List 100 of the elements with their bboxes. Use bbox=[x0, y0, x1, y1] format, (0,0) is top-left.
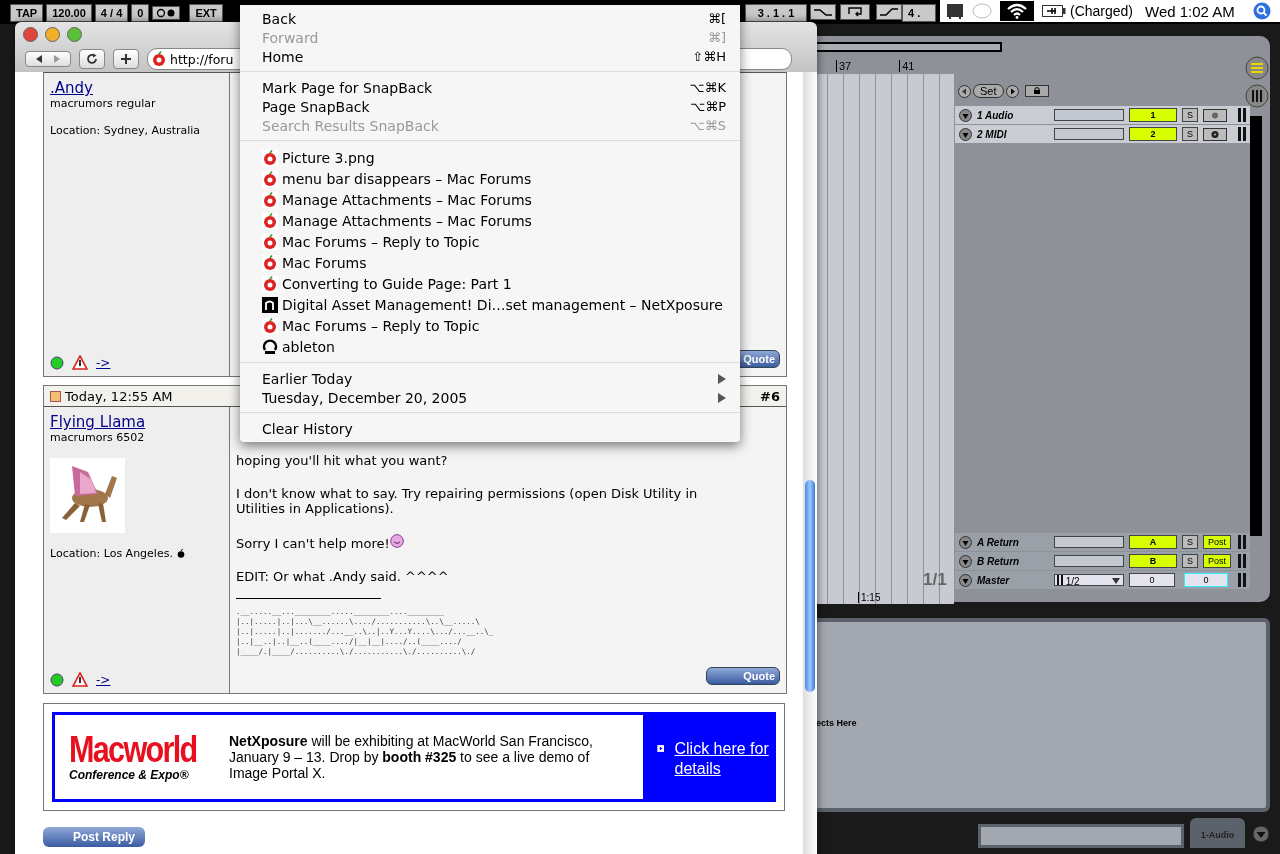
track-header[interactable]: 2 MIDI 2 S bbox=[955, 125, 1250, 143]
menu-item[interactable]: Manage Attachments – Mac Forums bbox=[240, 189, 740, 210]
menu-item[interactable]: Manage Attachments – Mac Forums bbox=[240, 210, 740, 231]
user-location: Location: Los Angeles. bbox=[50, 547, 223, 560]
ext-button[interactable]: EXT bbox=[189, 4, 223, 22]
ruler-number: 41 bbox=[899, 60, 915, 72]
list-icon[interactable] bbox=[1245, 56, 1269, 80]
warning-icon[interactable] bbox=[72, 672, 88, 687]
drop-hint: ects Here bbox=[816, 718, 857, 728]
user-location: Location: Sydney, Australia bbox=[50, 124, 202, 137]
scrollbar[interactable] bbox=[1250, 116, 1262, 536]
menu-item[interactable]: Back ⌘[ bbox=[240, 9, 740, 28]
solo-button[interactable]: S bbox=[1182, 108, 1198, 122]
track-header[interactable]: A Return A S Post bbox=[955, 533, 1250, 551]
menu-item[interactable]: Home ⇧⌘H bbox=[240, 47, 740, 66]
solo-button[interactable]: S bbox=[1182, 554, 1198, 568]
solo-button[interactable]: S bbox=[1182, 127, 1198, 141]
post-reply-button[interactable]: Post Reply bbox=[43, 827, 145, 847]
menu-item[interactable]: Digital Asset Management! Di…set management – NetXposure bbox=[240, 294, 740, 315]
activator-button[interactable]: 1 bbox=[1129, 108, 1177, 122]
metronome-icon[interactable] bbox=[152, 6, 181, 20]
reload-button[interactable] bbox=[79, 49, 105, 69]
fade-icon[interactable] bbox=[876, 4, 902, 20]
collapse-icon[interactable] bbox=[959, 554, 972, 568]
menu-item[interactable]: Clear History bbox=[240, 419, 740, 438]
scrollbar[interactable] bbox=[803, 72, 817, 854]
loop-icon[interactable] bbox=[840, 4, 870, 20]
close-button[interactable] bbox=[23, 26, 38, 42]
collapse-icon[interactable] bbox=[959, 573, 972, 587]
menu-item[interactable]: Picture 3.png bbox=[240, 147, 740, 168]
ad-banner[interactable]: Macworld Conference & Expo® NetXposure will be exhibiting at MacWorld San Francisco, January 9 – 13. Drop by booth #325 to see a live demo of Image Portal X. Click here for details bbox=[43, 703, 785, 811]
menu-item[interactable]: Mac Forums – Reply to Topic bbox=[240, 231, 740, 252]
add-bookmark-button[interactable] bbox=[113, 49, 139, 69]
apple-icon bbox=[262, 170, 278, 187]
warning-icon[interactable] bbox=[72, 355, 88, 370]
collapse-icon[interactable] bbox=[959, 535, 972, 549]
transport-button[interactable]: 4 / 4 bbox=[94, 4, 129, 22]
activator-button[interactable]: 2 bbox=[1129, 127, 1177, 141]
record-arm-icon[interactable] bbox=[1203, 108, 1227, 122]
forward-icon[interactable] bbox=[52, 54, 62, 64]
display-icon[interactable] bbox=[946, 2, 964, 20]
mixer-icon[interactable] bbox=[1245, 84, 1269, 108]
reload-icon bbox=[86, 53, 98, 65]
back-forward-button[interactable] bbox=[25, 51, 71, 67]
value-field[interactable]: 0 bbox=[1184, 573, 1228, 587]
track-header[interactable]: Master 1/2 0 0 bbox=[955, 571, 1250, 589]
submenu-item[interactable]: Tuesday, December 20, 2005 bbox=[240, 388, 740, 407]
zoom-button[interactable] bbox=[67, 26, 82, 42]
scroll-thumb[interactable] bbox=[805, 480, 815, 692]
menu-item[interactable]: menu bar disappears – Mac Forums bbox=[240, 168, 740, 189]
battery-icon[interactable] bbox=[1042, 5, 1066, 17]
post-button[interactable]: Post bbox=[1203, 535, 1231, 549]
activator-button[interactable]: B bbox=[1129, 554, 1177, 568]
apple-icon bbox=[262, 212, 278, 229]
menu-bar-clock[interactable]: Wed 1:02 AM bbox=[1145, 2, 1235, 20]
post-icon bbox=[50, 390, 61, 402]
menu-item[interactable]: Page SnapBack ⌥⌘P bbox=[240, 97, 740, 116]
menu-item[interactable]: Converting to Guide Page: Part 1 bbox=[240, 273, 740, 294]
menu-item[interactable]: Mac Forums – Reply to Topic bbox=[240, 315, 740, 336]
user-link[interactable]: Flying Llama bbox=[50, 413, 146, 431]
track-header[interactable]: B Return B S Post bbox=[955, 552, 1250, 570]
collapse-icon[interactable] bbox=[959, 127, 972, 141]
search-icon[interactable] bbox=[1252, 2, 1271, 20]
input-field[interactable] bbox=[1054, 109, 1124, 121]
transport-button[interactable]: 0 bbox=[131, 4, 150, 22]
input-field[interactable] bbox=[1054, 128, 1124, 140]
position-field[interactable]: 4 . bbox=[902, 4, 936, 22]
transport-button[interactable]: TAP bbox=[10, 4, 44, 22]
submenu-item[interactable]: Earlier Today bbox=[240, 369, 740, 388]
solo-button[interactable]: S bbox=[1182, 535, 1198, 549]
input-field[interactable] bbox=[1054, 555, 1124, 567]
smiley-icon bbox=[389, 534, 404, 548]
post-link[interactable]: -> bbox=[96, 355, 111, 370]
collapse-icon[interactable] bbox=[959, 108, 972, 122]
user-link[interactable]: .Andy bbox=[50, 79, 93, 97]
next-icon[interactable] bbox=[1005, 84, 1019, 98]
loop-length: 1/1 bbox=[923, 570, 947, 590]
midi-port-icon[interactable] bbox=[1203, 127, 1227, 141]
quote-button[interactable]: Quote bbox=[706, 667, 780, 685]
transport-button[interactable]: 120.00 bbox=[46, 4, 92, 22]
post-link[interactable]: -> bbox=[96, 672, 111, 687]
minimize-button[interactable] bbox=[45, 26, 60, 42]
curve-icon[interactable] bbox=[810, 4, 836, 20]
post-number[interactable]: #6 bbox=[760, 388, 780, 404]
wifi-icon[interactable] bbox=[1000, 1, 1034, 21]
post-button[interactable]: Post bbox=[1203, 554, 1231, 568]
set-button[interactable]: Set bbox=[973, 84, 1004, 98]
menu-item[interactable]: Mark Page for SnapBack ⌥⌘K bbox=[240, 78, 740, 97]
routing-dropdown[interactable]: 1/2 bbox=[1054, 574, 1124, 586]
position-field[interactable]: 3 . 1 . 1 bbox=[745, 4, 807, 22]
back-icon[interactable] bbox=[34, 54, 44, 64]
input-field[interactable] bbox=[1054, 536, 1124, 548]
level-meter-icon bbox=[1238, 127, 1246, 141]
menu-item[interactable]: Mac Forums bbox=[240, 252, 740, 273]
activator-button[interactable]: A bbox=[1129, 535, 1177, 549]
previous-icon[interactable] bbox=[958, 84, 971, 98]
apple-icon bbox=[262, 317, 278, 334]
value-field[interactable]: 0 bbox=[1129, 573, 1175, 587]
track-header[interactable]: 1 Audio 1 S bbox=[955, 106, 1250, 124]
lock-icon[interactable] bbox=[1024, 85, 1049, 97]
